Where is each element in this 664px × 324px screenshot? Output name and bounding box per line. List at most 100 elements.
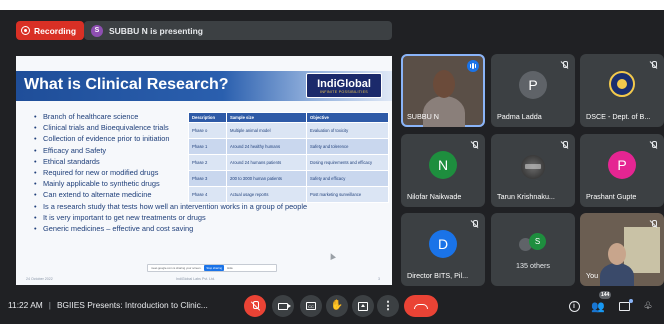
recording-label: Recording [34, 25, 77, 36]
people-button[interactable]: 👥 144 [590, 291, 612, 314]
participant-tile-dsce[interactable]: DSCE - Dept. of B... [580, 54, 664, 127]
footer-company: IndiGlobal Labs Pvt. Ltd. [176, 277, 216, 281]
indiglobal-logo: IndiGlobal INFINITE POSSIBILITIES [306, 73, 382, 98]
dsce-logo [609, 71, 635, 97]
table-cell: Phase 2 [188, 154, 227, 171]
background-poster [624, 227, 660, 273]
mic-off-icon [649, 61, 657, 69]
participant-avatar: N [429, 151, 457, 179]
camera-icon [278, 302, 291, 310]
meeting-title: BGIIES Presents: Introduction to Clinic.… [56, 300, 208, 310]
footer-date: 24 October 2022 [26, 277, 53, 281]
screen-share-bar: meet.google.com is sharing your screen. … [147, 264, 277, 272]
participant-avatar: P [608, 151, 636, 179]
participant-tile-you[interactable]: You [580, 213, 664, 286]
participant-tile-nilofar[interactable]: N Nilofar Naikwade [401, 134, 485, 207]
table-cell: 200 to 3000 human patients [226, 170, 307, 187]
leave-call-button[interactable] [404, 295, 438, 317]
table-cell: Phase 3 [188, 170, 227, 187]
closed-captions-icon: CC [306, 302, 316, 310]
meeting-info: 11:22 AM | BGIIES Presents: Introduction… [8, 300, 208, 310]
activities-icon: ♧ [643, 300, 653, 312]
table-row: Phase 2 Around 24 humans patients Dosing… [188, 154, 389, 171]
footer-page-number: 3 [378, 277, 380, 281]
meeting-details-button[interactable]: i [566, 298, 582, 314]
end-call-icon [414, 303, 428, 309]
table-cell: Actual usage reports [226, 186, 307, 203]
mic-off-icon [560, 141, 568, 149]
speaking-indicator-icon [467, 60, 479, 72]
participant-profile-picture [521, 155, 545, 179]
participant-tile-subbu[interactable]: SUBBU N [401, 54, 485, 127]
slide-title: What is Clinical Research? [24, 76, 229, 93]
participant-name: DSCE - Dept. of B... [586, 112, 651, 121]
recording-indicator[interactable]: Recording [16, 21, 85, 40]
participant-tile-others[interactable]: S 135 others [491, 213, 575, 286]
table-cell: Dosing requirements and efficacy [306, 154, 389, 171]
table-header-row: Description Sample size Objective [188, 112, 389, 123]
table-cell: Around 24 humans patients [226, 154, 307, 171]
participant-tile-prashant[interactable]: P Prashant Gupte [580, 134, 664, 207]
more-options-button[interactable]: ⋮ [377, 295, 399, 317]
share-bar-text: meet.google.com is sharing your screen. [151, 266, 202, 270]
table-row: Phase 4 Actual usage reports Post market… [188, 186, 389, 203]
logo-tagline: INFINITE POSSIBILITIES [320, 89, 368, 94]
mic-off-icon [649, 220, 657, 228]
shared-screen[interactable]: What is Clinical Research? IndiGlobal IN… [16, 56, 392, 285]
more-vert-icon: ⋮ [382, 299, 394, 312]
table-cell: Safety and efficacy [306, 170, 389, 187]
camera-toggle-button[interactable] [272, 295, 294, 317]
mic-off-icon [470, 220, 478, 228]
participant-count-badge: 144 [599, 291, 612, 299]
activities-button[interactable]: ♧ [640, 298, 656, 314]
participant-name: SUBBU N [407, 112, 439, 121]
participant-face [433, 70, 455, 98]
participant-name: Nilofar Naikwade [407, 192, 462, 201]
separator: | [48, 300, 51, 310]
table-cell: Multiple animal model [226, 122, 307, 139]
record-icon [21, 26, 30, 35]
mic-off-icon [560, 61, 568, 69]
table-header: Sample size [226, 112, 307, 123]
logo-name: IndiGlobal [317, 77, 371, 90]
participant-tile-tarun[interactable]: Tarun Krishnaku... [491, 134, 575, 207]
participant-tile-padma[interactable]: P Padma Ladda [491, 54, 575, 127]
table-cell: Post marketing surveillance [306, 186, 389, 203]
microphone-toggle-button[interactable] [244, 295, 266, 317]
participant-avatar: P [519, 71, 547, 99]
bullet-item: Generic medicines – effective and cost s… [34, 223, 307, 234]
bottom-control-bar: 11:22 AM | BGIIES Presents: Introduction… [0, 286, 664, 324]
table-cell: Evaluation of toxicity [306, 122, 389, 139]
mouse-cursor-icon [328, 252, 336, 260]
others-avatar-stack: S [519, 233, 549, 251]
participant-avatar: D [429, 230, 457, 258]
participant-name: Prashant Gupte [586, 192, 637, 201]
participant-name: Padma Ladda [497, 112, 542, 121]
meeting-time: 11:22 AM [8, 300, 43, 310]
hide-button[interactable]: Hide [227, 266, 233, 270]
participant-name: Director BITS, Pil... [407, 271, 469, 280]
mic-off-icon [250, 301, 260, 311]
captions-button[interactable]: CC [300, 295, 322, 317]
table-row: Phase 3 200 to 3000 human patients Safet… [188, 170, 389, 187]
hand-icon: ✋ [330, 300, 344, 311]
chat-button[interactable] [616, 298, 633, 314]
meet-window: Recording S SUBBU N is presenting What i… [0, 10, 664, 324]
presenter-avatar: S [91, 24, 103, 37]
table-header: Description [188, 112, 227, 123]
phase-table: Description Sample size Objective Phase … [188, 112, 389, 203]
present-screen-icon [358, 301, 368, 311]
stop-sharing-button[interactable]: Stop sharing [204, 265, 225, 271]
people-icon: 👥 [591, 300, 605, 313]
others-count-label: 135 others [516, 261, 550, 270]
participant-tile-director-bits[interactable]: D Director BITS, Pil... [401, 213, 485, 286]
raise-hand-button[interactable]: ✋ [326, 295, 348, 317]
participant-name: You [586, 271, 599, 280]
mic-off-icon [649, 141, 657, 149]
table-row: Phase 1 Around 24 healthy humans Safety … [188, 138, 389, 155]
slide-footer: 24 October 2022 IndiGlobal Labs Pvt. Ltd… [16, 273, 392, 285]
avatar: S [529, 233, 546, 250]
present-now-button[interactable] [352, 295, 374, 317]
table-cell: Safety and tolerence [306, 138, 389, 155]
participant-face [608, 243, 626, 265]
